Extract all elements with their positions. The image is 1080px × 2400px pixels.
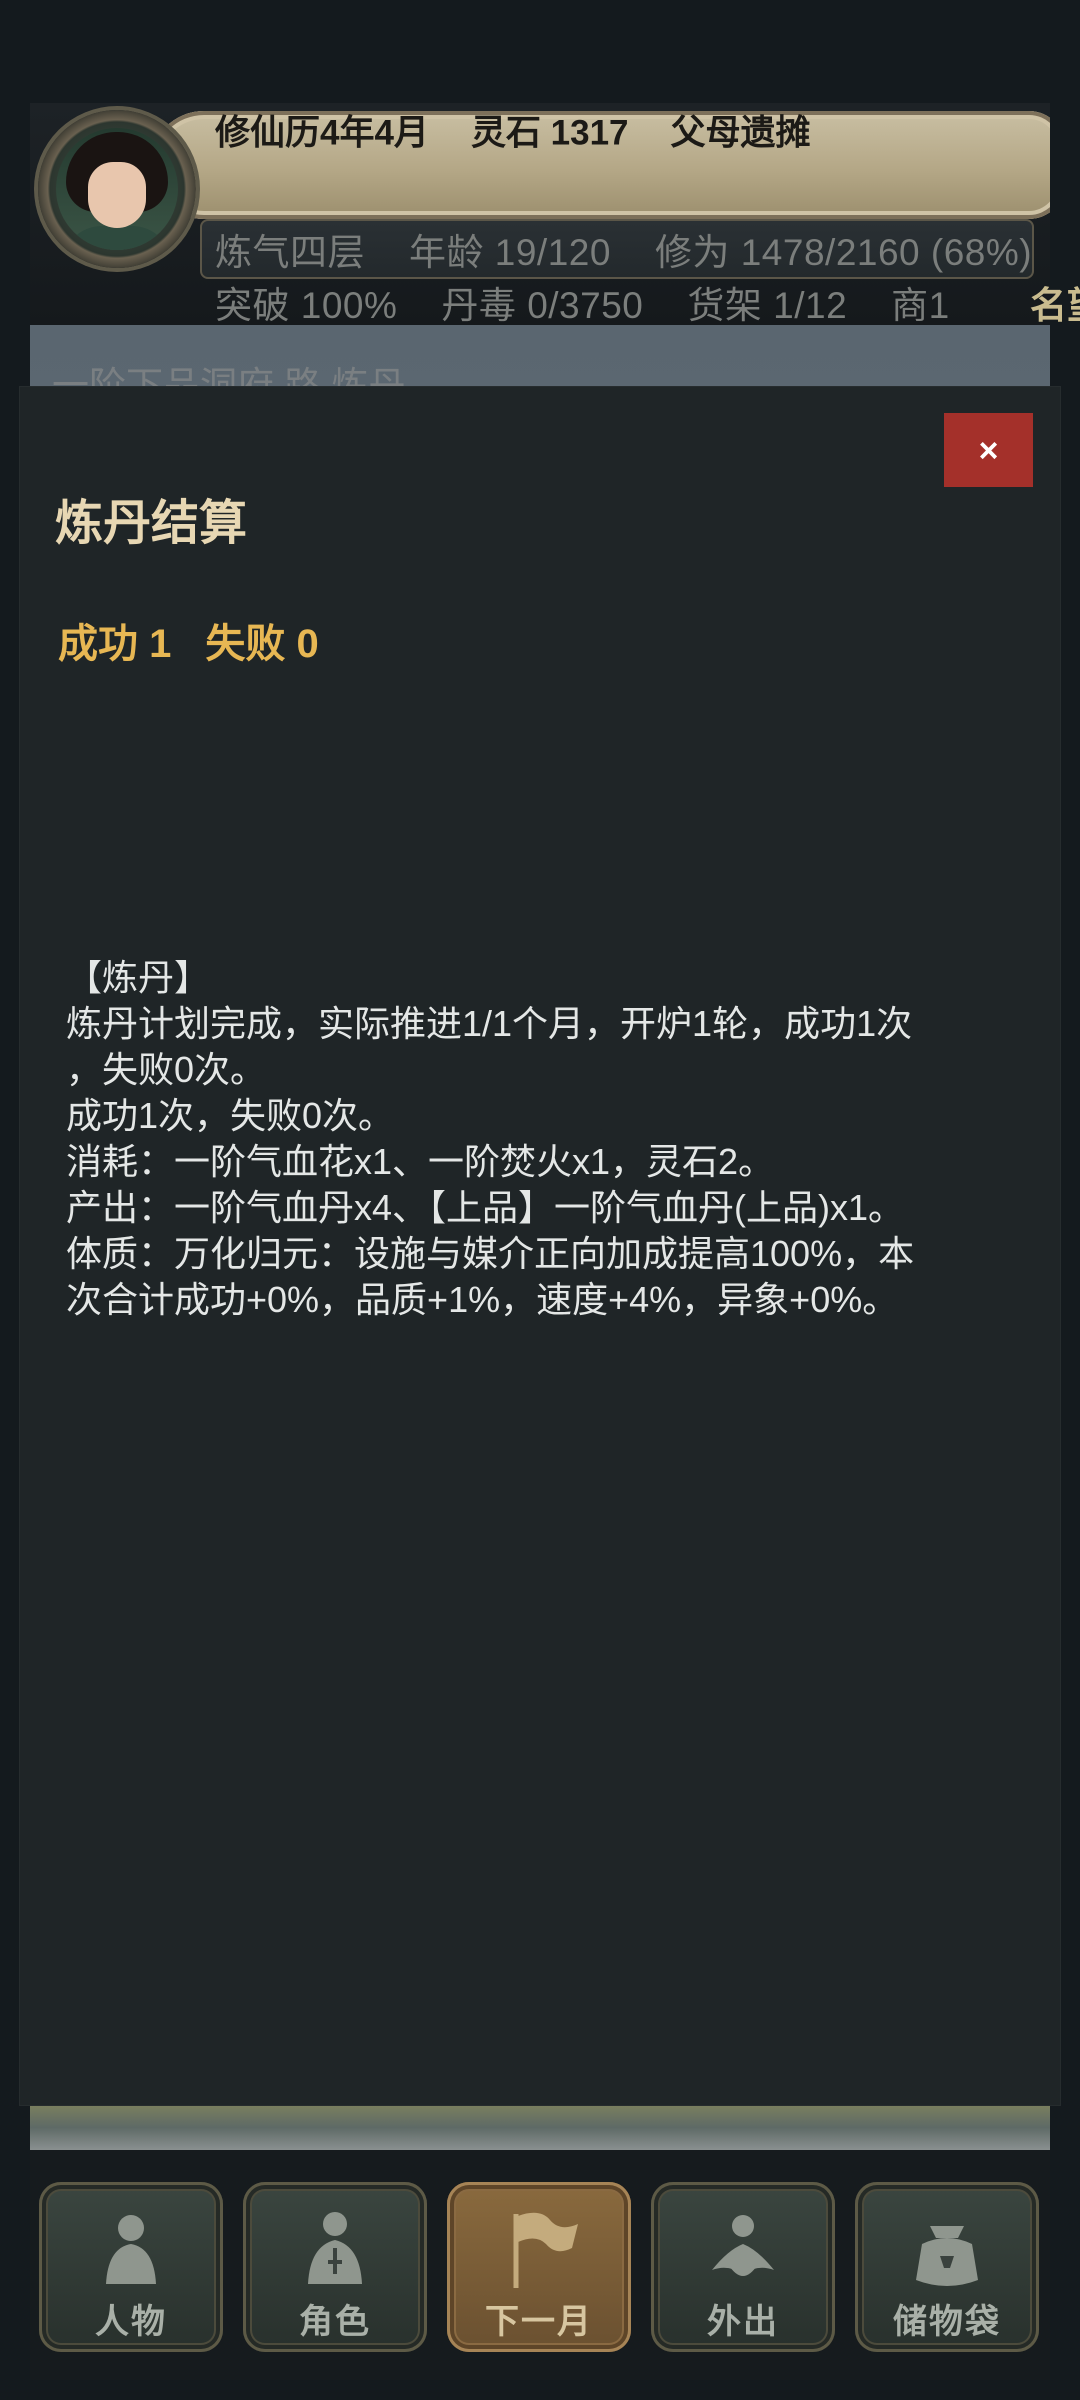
nav-person-button[interactable]: 人物 bbox=[39, 2182, 223, 2352]
nav-label: 角色 bbox=[299, 2303, 371, 2341]
alchemy-log: 【炼丹】 炼丹计划完成，实际推进1/1个月，开炉1轮，成功1次 ，失败0次。 成… bbox=[66, 955, 1026, 1323]
failure-count: 失败 0 bbox=[205, 622, 319, 666]
nav-label: 人物 bbox=[95, 2303, 167, 2341]
origin-label: 父母遗摊 bbox=[670, 113, 811, 153]
stat-row-secondary: 突破 100% 丹毒 0/3750 货架 1/12 商1 bbox=[215, 275, 950, 329]
scene-landscape-strip bbox=[30, 2105, 1050, 2150]
shelf-label: 货架 1/12 bbox=[687, 285, 848, 326]
log-line: 消耗：一阶气血花x1、一阶焚火x1，灵石2。 bbox=[66, 1141, 775, 1182]
log-line: 成功1次，失败0次。 bbox=[66, 1095, 395, 1136]
spirit-stone-count: 灵石 1317 bbox=[470, 113, 629, 153]
result-summary: 成功 1 失败 0 bbox=[58, 611, 319, 669]
app-root: 修仙历4年4月 灵石 1317 父母遗摊 炼气四层 年龄 19/120 修为 1478/… bbox=[0, 0, 1080, 2400]
avatar-robe bbox=[62, 226, 172, 250]
fame-label: 名望 bbox=[1030, 285, 1080, 326]
avatar[interactable] bbox=[56, 128, 178, 250]
calendar-date: 修仙历4年4月 bbox=[215, 113, 429, 153]
flag-icon bbox=[513, 2212, 578, 2288]
avatar-face-skin bbox=[88, 162, 146, 228]
log-line: 次合计成功+0%，品质+1%，速度+4%，异象+0%。 bbox=[66, 1279, 899, 1320]
stat-row-primary: 炼气四层 年龄 19/120 修为 1478/2160 (68%) bbox=[215, 222, 1032, 276]
breakthrough-label: 突破 100% bbox=[215, 285, 398, 326]
nav-storage-bag-button[interactable]: 储物袋 bbox=[855, 2182, 1039, 2352]
close-button[interactable]: × bbox=[944, 413, 1033, 487]
log-line: 产出：一阶气血丹x4、【上品】一阶气血丹(上品)x1。 bbox=[66, 1187, 905, 1228]
dialog-title: 炼丹结算 bbox=[55, 497, 248, 550]
robed-figure-icon bbox=[308, 2212, 362, 2284]
success-count: 成功 1 bbox=[58, 622, 172, 666]
log-line: ，失败0次。 bbox=[66, 1049, 267, 1090]
pill-toxicity-label: 丹毒 0/3750 bbox=[441, 285, 644, 326]
traveler-icon bbox=[712, 2215, 774, 2276]
nav-label: 下一月 bbox=[485, 2303, 593, 2341]
log-line: 【炼丹】 bbox=[66, 957, 211, 998]
nav-next-month-button[interactable]: 下一月 bbox=[447, 2182, 631, 2352]
nav-go-out-button[interactable]: 外出 bbox=[651, 2182, 835, 2352]
log-line: 炼丹计划完成，实际推进1/1个月，开炉1轮，成功1次 bbox=[66, 1003, 913, 1044]
storage-bag-icon bbox=[916, 2226, 978, 2286]
nav-label: 外出 bbox=[707, 2303, 779, 2341]
log-line: 体质：万化归元：设施与媒介正向加成提高100%，本 bbox=[66, 1233, 915, 1274]
nav-label: 储物袋 bbox=[893, 2303, 1001, 2341]
merchant-label: 商1 bbox=[891, 285, 950, 326]
person-icon bbox=[106, 2215, 156, 2284]
cultivation-label: 修为 1478/2160 (68%) bbox=[654, 232, 1033, 273]
nav-role-button[interactable]: 角色 bbox=[243, 2182, 427, 2352]
realm-label: 炼气四层 bbox=[215, 232, 365, 273]
age-label: 年龄 19/120 bbox=[409, 232, 611, 273]
header-top-line: 修仙历4年4月 灵石 1317 父母遗摊 bbox=[215, 105, 811, 156]
